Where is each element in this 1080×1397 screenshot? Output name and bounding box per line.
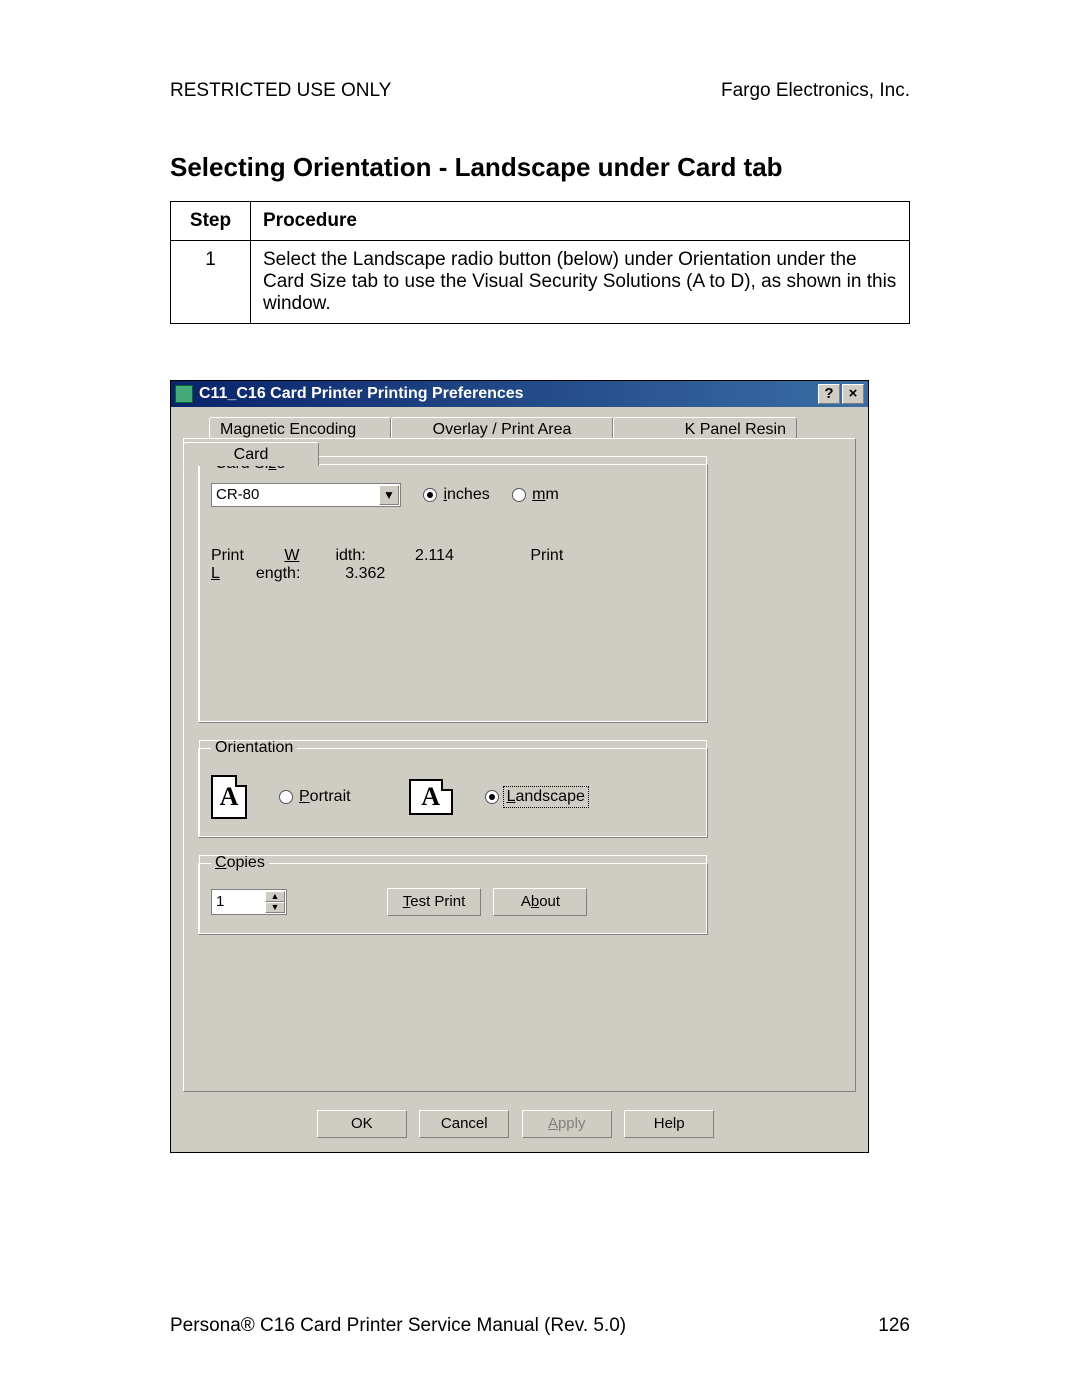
copies-legend: Copies xyxy=(211,854,269,872)
dialog-title: C11_C16 Card Printer Printing Preference… xyxy=(199,385,524,403)
copies-value: 1 xyxy=(216,893,224,910)
page-number: 126 xyxy=(878,1315,910,1337)
help-button[interactable]: ? xyxy=(818,384,840,404)
radio-dot-icon xyxy=(485,790,499,804)
radio-dot-icon xyxy=(279,790,293,804)
help-button[interactable]: Help xyxy=(624,1110,714,1138)
titlebar[interactable]: C11_C16 Card Printer Printing Preference… xyxy=(171,381,868,407)
units-mm-radio[interactable]: mm xyxy=(512,486,559,504)
print-width-value: 2.114 xyxy=(415,547,454,564)
radio-dot-icon xyxy=(512,488,526,502)
about-button[interactable]: About xyxy=(493,888,587,916)
step-text: Select the Landscape radio button (below… xyxy=(251,241,910,324)
portrait-page-icon: A xyxy=(211,775,247,819)
card-tab-panel: Card Size CR-80 ▼ inches mm xyxy=(183,438,856,1092)
spin-up-icon[interactable]: ▲ xyxy=(265,891,285,902)
printing-preferences-dialog: C11_C16 Card Printer Printing Preference… xyxy=(170,380,869,1153)
radio-dot-icon xyxy=(423,488,437,502)
ok-button[interactable]: OK xyxy=(317,1110,407,1138)
print-width-label: Print Width: 2.114 xyxy=(211,547,490,564)
col-step: Step xyxy=(171,202,251,241)
table-row: 1 Select the Landscape radio button (bel… xyxy=(171,241,910,324)
spin-down-icon[interactable]: ▼ xyxy=(265,902,285,913)
close-button[interactable]: × xyxy=(842,384,864,404)
dropdown-arrow-icon[interactable]: ▼ xyxy=(379,485,399,505)
cancel-button[interactable]: Cancel xyxy=(419,1110,509,1138)
landscape-radio[interactable]: Landscape xyxy=(485,788,587,806)
copies-spinner[interactable]: 1 ▲ ▼ xyxy=(211,889,287,915)
units-inches-radio[interactable]: inches xyxy=(423,486,489,504)
col-procedure: Procedure xyxy=(251,202,910,241)
orientation-legend: Orientation xyxy=(211,739,297,757)
app-icon xyxy=(175,385,193,403)
landscape-page-icon: A xyxy=(409,779,453,815)
section-title: Selecting Orientation - Landscape under … xyxy=(170,152,910,183)
tab-card[interactable]: Card xyxy=(183,442,319,466)
step-number: 1 xyxy=(171,241,251,324)
apply-button[interactable]: Apply xyxy=(522,1110,612,1138)
card-size-value: CR-80 xyxy=(216,486,259,503)
portrait-radio[interactable]: Portrait xyxy=(279,788,351,806)
test-print-button[interactable]: Test Print xyxy=(387,888,481,916)
footer-manual: Persona® C16 Card Printer Service Manual… xyxy=(170,1315,626,1337)
header-company: Fargo Electronics, Inc. xyxy=(721,80,910,102)
header-restricted: RESTRICTED USE ONLY xyxy=(170,80,391,102)
print-length-value: 3.362 xyxy=(345,565,385,582)
card-size-combo[interactable]: CR-80 ▼ xyxy=(211,483,401,507)
procedure-table: Step Procedure 1 Select the Landscape ra… xyxy=(170,201,910,324)
